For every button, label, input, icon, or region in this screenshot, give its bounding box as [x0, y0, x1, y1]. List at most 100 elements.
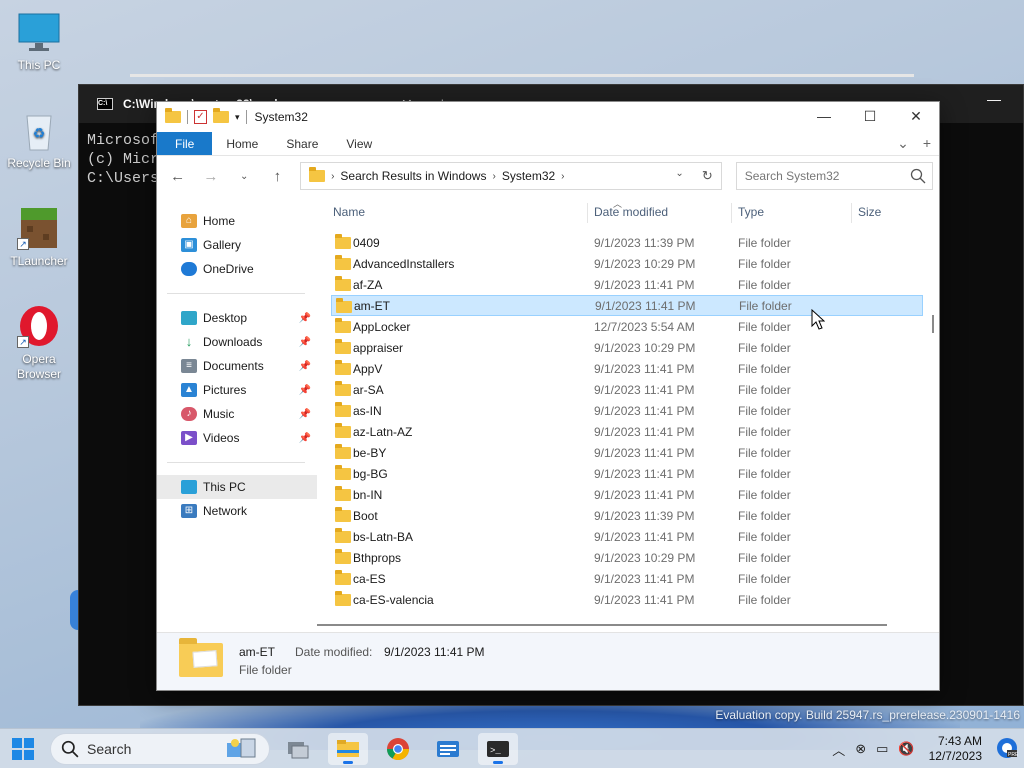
column-type[interactable]: Type	[738, 205, 764, 219]
file-row[interactable]: be-BY 9/1/2023 11:41 PM File folder	[331, 442, 923, 463]
address-dropdown-icon[interactable]: ⌄	[675, 168, 683, 184]
nav-item-this-pc[interactable]: This PC	[157, 475, 317, 499]
taskbar-search[interactable]: Search	[50, 733, 270, 765]
pin-icon[interactable]: 📌	[299, 409, 311, 420]
column-divider[interactable]	[731, 203, 732, 223]
address-bar[interactable]: › Search Results in Windows › System32 ›…	[300, 162, 722, 190]
taskbar-terminal[interactable]: >_	[478, 733, 518, 765]
volume-muted-icon[interactable]: 🔇	[898, 741, 914, 757]
scrollbar-thumb[interactable]	[932, 315, 934, 333]
file-row[interactable]: AdvancedInstallers 9/1/2023 10:29 PM File …	[331, 253, 923, 274]
file-row[interactable]: 0409 9/1/2023 11:39 PM File folder	[331, 232, 923, 253]
file-row[interactable]: bg-BG 9/1/2023 11:41 PM File folder	[331, 463, 923, 484]
column-divider[interactable]	[851, 203, 852, 223]
forward-button[interactable]: →	[196, 168, 225, 185]
pin-icon[interactable]: 📌	[299, 361, 311, 372]
nav-item-pictures[interactable]: ▲ Pictures 📌	[157, 378, 317, 402]
nav-item-music[interactable]: ♪ Music 📌	[157, 402, 317, 426]
breadcrumb-search-results[interactable]: Search Results in Windows	[340, 169, 486, 183]
file-row[interactable]: ca-ES-valencia 9/1/2023 11:41 PM File fold…	[331, 589, 923, 610]
tab-view[interactable]: View	[332, 132, 386, 155]
folder-icon	[335, 276, 351, 291]
recent-locations-button[interactable]: ⌄	[230, 171, 259, 182]
file-row[interactable]: am-ET 9/1/2023 11:41 PM File folder	[331, 295, 923, 316]
desktop-icon-opera[interactable]: ↗ Opera Browser	[4, 304, 74, 382]
system-tray: ︿ ⊗ ▭ 🔇 7:43 AM 12/7/2023 PRE	[832, 729, 1024, 768]
address-bar-row: ← → ⌄ ↑ › Search Results in Windows › Sy…	[157, 156, 939, 196]
file-row[interactable]: ca-ES 9/1/2023 11:41 PM File folder	[331, 568, 923, 589]
new-tab-icon[interactable]: +	[923, 135, 931, 152]
svg-text:>_: >_	[490, 746, 501, 756]
back-button[interactable]: ←	[163, 168, 192, 185]
vertical-scrollbar[interactable]	[931, 227, 935, 607]
nav-item-desktop[interactable]: Desktop 📌	[157, 306, 317, 330]
pin-icon[interactable]: 📌	[299, 433, 311, 444]
nav-item-downloads[interactable]: ↓ Downloads 📌	[157, 330, 317, 354]
file-row[interactable]: appraiser 9/1/2023 10:29 PM File folder	[331, 337, 923, 358]
tab-home[interactable]: Home	[212, 132, 272, 155]
horizontal-scrollbar[interactable]	[317, 624, 891, 628]
file-row[interactable]: bs-Latn-BA 9/1/2023 11:41 PM File folder	[331, 526, 923, 547]
file-row[interactable]: Boot 9/1/2023 11:39 PM File folder	[331, 505, 923, 526]
file-name: as-IN	[353, 403, 382, 418]
file-row[interactable]: as-IN 9/1/2023 11:41 PM File folder	[331, 400, 923, 421]
column-date-modified[interactable]: Date modified	[594, 205, 668, 219]
recycle-bin-icon: ♻	[17, 108, 61, 152]
file-explorer-window[interactable]: ✓ ▾ System32 — ☐ ✕ File Home Share View …	[156, 101, 940, 691]
minimize-button[interactable]: —	[801, 102, 847, 132]
taskbar-file-explorer[interactable]	[328, 733, 368, 765]
nav-item-documents[interactable]: ≡ Documents 📌	[157, 354, 317, 378]
customize-toolbar-icon[interactable]: ▾	[235, 112, 240, 123]
desktop-icon-this-pc[interactable]: This PC	[4, 10, 74, 73]
taskbar-clock[interactable]: 7:43 AM 12/7/2023	[929, 734, 982, 764]
desktop-icon-recycle-bin[interactable]: ♻ Recycle Bin	[4, 108, 74, 171]
tab-file[interactable]: File	[157, 132, 213, 155]
file-row[interactable]: Bthprops 9/1/2023 10:29 PM File folder	[331, 547, 923, 568]
nav-item-onedrive[interactable]: OneDrive	[157, 257, 317, 281]
close-button[interactable]: ✕	[893, 102, 939, 132]
nav-item-home[interactable]: ⌂ Home	[157, 209, 317, 233]
nav-item-videos[interactable]: ▶ Videos 📌	[157, 426, 317, 450]
chevron-right-icon[interactable]: ›	[492, 171, 495, 182]
expand-ribbon-icon[interactable]: ⌄	[897, 135, 909, 152]
taskbar-chrome[interactable]	[378, 733, 418, 765]
file-row[interactable]: AppV 9/1/2023 11:41 PM File folder	[331, 358, 923, 379]
column-size[interactable]: Size	[858, 205, 881, 219]
display-icon[interactable]: ▭	[876, 741, 888, 757]
explorer-titlebar[interactable]: ✓ ▾ System32 — ☐ ✕	[157, 102, 939, 132]
folder-icon	[335, 507, 351, 522]
file-row[interactable]: bn-IN 9/1/2023 11:41 PM File folder	[331, 484, 923, 505]
file-type: File folder	[738, 571, 791, 586]
start-button[interactable]	[12, 738, 34, 760]
taskbar-task-view[interactable]	[278, 733, 318, 765]
chevron-right-icon[interactable]: ›	[561, 171, 564, 182]
file-row[interactable]: ar-SA 9/1/2023 11:41 PM File folder	[331, 379, 923, 400]
chevron-right-icon[interactable]: ›	[331, 171, 334, 182]
scrollbar-thumb[interactable]	[317, 624, 887, 626]
network-disconnected-icon[interactable]: ⊗	[855, 741, 866, 757]
column-name[interactable]: Name	[333, 205, 365, 219]
properties-icon[interactable]: ✓	[194, 110, 207, 124]
pin-icon[interactable]: 📌	[299, 385, 311, 396]
nav-item-network[interactable]: ⊞ Network	[157, 499, 317, 523]
file-row[interactable]: az-Latn-AZ 9/1/2023 11:41 PM File folder	[331, 421, 923, 442]
column-divider[interactable]	[587, 203, 588, 223]
maximize-button[interactable]: ☐	[847, 102, 893, 132]
chevron-up-icon[interactable]: ︿	[832, 740, 845, 759]
copilot-icon[interactable]: PRE	[996, 737, 1019, 762]
search-input[interactable]: Search System32	[735, 162, 934, 190]
pin-icon[interactable]: 📌	[299, 337, 311, 348]
file-row[interactable]: AppLocker 12/7/2023 5:54 AM File folder	[331, 316, 923, 337]
tab-share[interactable]: Share	[272, 132, 332, 155]
up-button[interactable]: ↑	[263, 168, 292, 185]
nav-item-gallery[interactable]: ▣ Gallery	[157, 233, 317, 257]
minimize-icon[interactable]: —	[987, 91, 1001, 107]
folder-icon	[335, 591, 351, 606]
breadcrumb-system32[interactable]: System32	[502, 169, 555, 183]
taskbar-keyboard-app[interactable]	[428, 733, 468, 765]
file-row[interactable]: af-ZA 9/1/2023 11:41 PM File folder	[331, 274, 923, 295]
pin-icon[interactable]: 📌	[299, 313, 311, 324]
desktop-icon-tlauncher[interactable]: ↗ TLauncher	[4, 206, 74, 269]
new-folder-icon[interactable]	[213, 108, 229, 123]
refresh-icon[interactable]: ↻	[702, 168, 713, 184]
